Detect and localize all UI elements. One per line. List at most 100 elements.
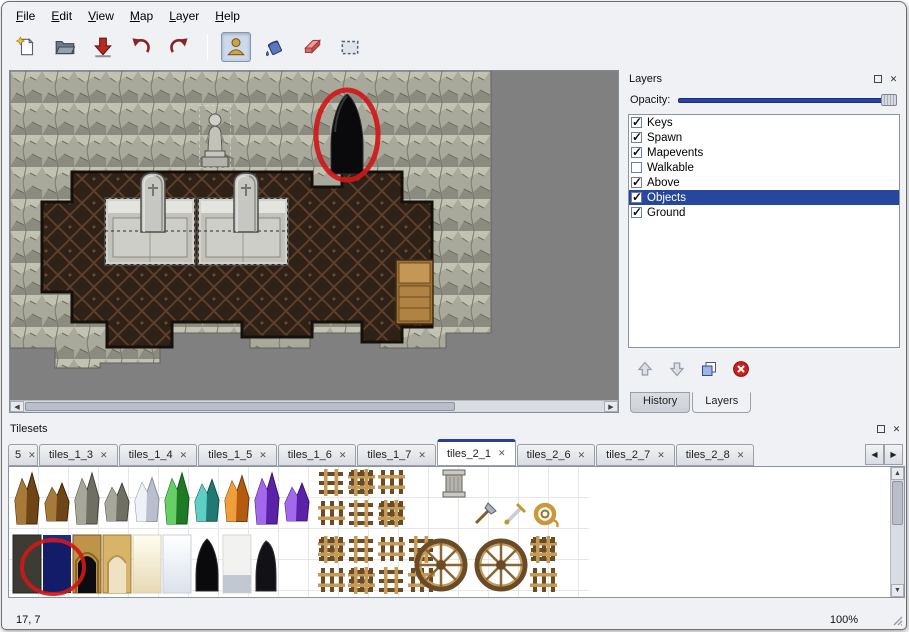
map-horizontal-scrollbar[interactable]: ◀ ▶ [10, 400, 618, 412]
slider-handle[interactable] [881, 94, 897, 106]
tab-close-icon[interactable]: ✕ [498, 449, 506, 458]
scroll-left-arrow-icon[interactable]: ◀ [10, 401, 24, 412]
white-tile[interactable] [163, 535, 191, 593]
menu-file[interactable]: File [8, 7, 43, 25]
scroll-track[interactable] [891, 480, 904, 584]
menu-map[interactable]: Map [122, 7, 161, 25]
toolbar [12, 28, 365, 66]
scroll-thumb[interactable] [892, 481, 903, 525]
layer-visibility-checkbox[interactable] [631, 132, 642, 143]
fill-tool-button[interactable] [259, 32, 289, 62]
eraser-tool-button[interactable] [297, 32, 327, 62]
tab-close-icon[interactable]: ✕ [28, 451, 36, 460]
pale-tile[interactable] [223, 535, 251, 593]
tileset-tab-label: tiles_2_7 [606, 449, 650, 461]
tab-close-icon[interactable]: ✕ [657, 451, 665, 460]
move-layer-down-button[interactable] [666, 358, 688, 380]
tab-scroll-buttons: ◀ ▶ [865, 444, 903, 465]
layer-visibility-checkbox[interactable] [631, 177, 642, 188]
tileset-tab[interactable]: tiles_2_7 ✕ [596, 444, 675, 466]
layer-visibility-checkbox[interactable] [631, 192, 642, 203]
tileset-canvas[interactable] [9, 467, 890, 597]
layers-dock-titlebar: Layers ✕ [626, 70, 903, 88]
scroll-thumb[interactable] [25, 402, 455, 411]
tileset-tab[interactable]: tiles_1_7 ✕ [357, 444, 436, 466]
resize-grip[interactable] [890, 613, 903, 626]
layer-visibility-checkbox[interactable] [631, 162, 642, 173]
scroll-up-arrow-icon[interactable]: ▲ [891, 467, 904, 480]
layer-name: Walkable [647, 162, 694, 174]
tab-close-icon[interactable]: ✕ [578, 451, 586, 460]
open-map-button[interactable] [50, 32, 80, 62]
tileset-tab-label: tiles_1_5 [208, 449, 252, 461]
save-map-button[interactable] [88, 32, 118, 62]
map-canvas[interactable] [10, 71, 618, 400]
layer-row[interactable]: Objects [629, 190, 899, 205]
map-view[interactable]: ◀ ▶ [9, 70, 619, 413]
layer-list: Keys Spawn Mapevents Walkable Above Obje… [628, 114, 900, 348]
menu-help[interactable]: Help [207, 7, 248, 25]
tab-close-icon[interactable]: ✕ [737, 451, 745, 460]
layer-name: Objects [647, 192, 686, 204]
layer-row[interactable]: Above [629, 175, 899, 190]
tileset-tab[interactable]: 5 ✕ [8, 444, 38, 466]
scroll-down-arrow-icon[interactable]: ▼ [891, 584, 904, 597]
dock-float-button[interactable] [871, 73, 884, 86]
layers-panel-title: Layers [629, 73, 662, 85]
layer-row[interactable]: Walkable [629, 160, 899, 175]
layer-visibility-checkbox[interactable] [631, 147, 642, 158]
tab-close-icon[interactable]: ✕ [180, 451, 188, 460]
tileset-view: ▲ ▼ [8, 466, 905, 598]
tileset-vertical-scrollbar[interactable]: ▲ ▼ [890, 467, 904, 597]
stamp-tool-button[interactable] [221, 32, 251, 62]
layer-row[interactable]: Ground [629, 205, 899, 220]
layers-panel-tab[interactable]: History [630, 392, 690, 413]
new-file-icon [16, 36, 38, 58]
layer-row[interactable]: Mapevents [629, 145, 899, 160]
delete-icon [732, 360, 750, 378]
tab-close-icon[interactable]: ✕ [259, 451, 267, 460]
tab-close-icon[interactable]: ✕ [418, 451, 426, 460]
layer-name: Above [647, 177, 680, 189]
tileset-tab[interactable]: tiles_1_6 ✕ [278, 444, 357, 466]
tab-close-icon[interactable]: ✕ [339, 451, 347, 460]
layer-visibility-checkbox[interactable] [631, 117, 642, 128]
dock-close-button[interactable]: ✕ [890, 423, 903, 436]
tab-scroll-right-icon[interactable]: ▶ [884, 444, 903, 465]
new-map-button[interactable] [12, 32, 42, 62]
move-layer-up-button[interactable] [634, 358, 656, 380]
tileset-tab[interactable]: tiles_2_8 ✕ [676, 444, 755, 466]
opacity-slider[interactable] [678, 93, 897, 107]
menu-layer[interactable]: Layer [161, 7, 207, 25]
scroll-track[interactable] [24, 401, 604, 412]
delete-layer-button[interactable] [730, 358, 752, 380]
layer-row[interactable]: Keys [629, 115, 899, 130]
duplicate-layer-button[interactable] [698, 358, 720, 380]
redo-button[interactable] [164, 32, 194, 62]
tileset-tab[interactable]: tiles_1_5 ✕ [198, 444, 277, 466]
dock-close-button[interactable]: ✕ [887, 73, 900, 86]
layer-name: Ground [647, 207, 685, 219]
layer-visibility-checkbox[interactable] [631, 207, 642, 218]
layers-panel-tab[interactable]: Layers [692, 392, 751, 413]
cream-tile[interactable] [133, 535, 161, 593]
menu-view[interactable]: View [80, 7, 122, 25]
layers-dock-tabs: History Layers [630, 392, 753, 413]
tileset-tab[interactable]: tiles_1_3 ✕ [39, 444, 118, 466]
opacity-row: Opacity: [630, 91, 897, 109]
door-frame-tile[interactable] [103, 535, 131, 593]
tab-close-icon[interactable]: ✕ [100, 451, 108, 460]
tileset-tab[interactable]: tiles_2_1 ✕ [437, 439, 516, 466]
opacity-label: Opacity: [630, 94, 678, 106]
rect-select-tool-button[interactable] [335, 32, 365, 62]
scroll-right-arrow-icon[interactable]: ▶ [604, 401, 618, 412]
layer-row[interactable]: Spawn [629, 130, 899, 145]
undo-button[interactable] [126, 32, 156, 62]
tileset-tab[interactable]: tiles_1_4 ✕ [119, 444, 198, 466]
arrow-down-icon [668, 360, 686, 378]
float-icon [877, 425, 885, 433]
menu-edit[interactable]: Edit [43, 7, 80, 25]
tab-scroll-left-icon[interactable]: ◀ [865, 444, 884, 465]
dock-float-button[interactable] [874, 423, 887, 436]
tileset-tab[interactable]: tiles_2_6 ✕ [517, 444, 596, 466]
